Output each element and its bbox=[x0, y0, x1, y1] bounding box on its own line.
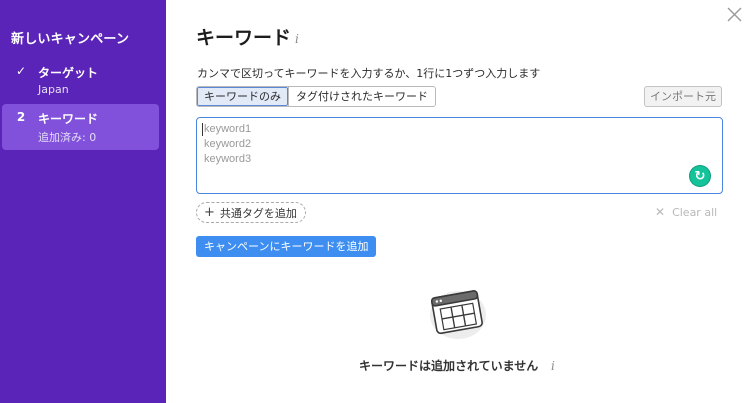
page-title: キーワード bbox=[196, 27, 292, 49]
keywords-textarea[interactable]: keyword1 keyword2 keyword3 ↻ bbox=[196, 117, 723, 194]
step-subtitle: Japan bbox=[38, 83, 69, 96]
keyword-mode-tabs: キーワードのみ タグ付けされたキーワード bbox=[196, 86, 436, 107]
step-subtitle: 追加済み: 0 bbox=[38, 131, 97, 144]
sidebar-step-keywords[interactable]: 2 キーワード 追加済み: 0 bbox=[2, 104, 159, 150]
add-common-tag-button[interactable]: + 共通タグを追加 bbox=[196, 202, 306, 223]
sidebar-title: 新しいキャンペーン bbox=[11, 32, 130, 47]
grammarly-icon[interactable]: ↻ bbox=[690, 166, 710, 186]
info-icon[interactable]: i bbox=[295, 32, 299, 46]
step-label: キーワード bbox=[38, 112, 99, 126]
placeholder-line: keyword1 bbox=[204, 123, 252, 135]
info-icon[interactable]: i bbox=[551, 359, 555, 373]
browser-window-table-icon bbox=[430, 290, 486, 339]
text-caret bbox=[202, 123, 203, 136]
tab-keywords-only[interactable]: キーワードのみ bbox=[197, 87, 288, 106]
step-number: 2 bbox=[16, 110, 26, 124]
add-common-tag-label: 共通タグを追加 bbox=[219, 206, 297, 220]
sidebar: 新しいキャンペーン ✓ ターゲット Japan 2 キーワード 追加済み: 0 bbox=[0, 0, 166, 403]
tab-tagged-keywords[interactable]: タグ付けされたキーワード bbox=[288, 87, 435, 106]
close-icon bbox=[727, 7, 742, 22]
plus-icon: + bbox=[204, 205, 215, 220]
step-label: ターゲット bbox=[38, 66, 99, 80]
placeholder-line: keyword3 bbox=[204, 153, 252, 165]
instruction-text: カンマで区切ってキーワードを入力するか、1行に1つずつ入力します bbox=[197, 67, 541, 80]
empty-state-text: キーワードは追加されていません bbox=[359, 359, 539, 373]
add-keywords-to-campaign-button[interactable]: キャンペーンにキーワードを追加 bbox=[196, 236, 377, 257]
sidebar-step-target[interactable]: ✓ ターゲット Japan bbox=[2, 58, 159, 104]
import-button[interactable]: インポート元 bbox=[644, 86, 722, 107]
close-button[interactable] bbox=[725, 5, 745, 25]
check-icon: ✓ bbox=[15, 64, 27, 78]
clear-all-button[interactable]: ✕ Clear all bbox=[655, 205, 717, 219]
clear-all-label: Clear all bbox=[672, 205, 718, 219]
placeholder-line: keyword2 bbox=[204, 138, 252, 150]
close-icon: ✕ bbox=[655, 205, 666, 219]
